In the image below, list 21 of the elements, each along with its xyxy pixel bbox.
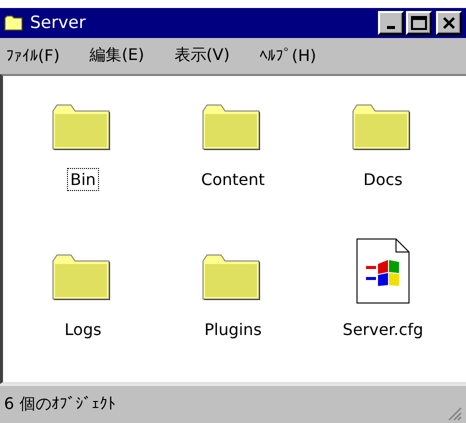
settings-file-icon bbox=[356, 238, 410, 304]
menu-item[interactable]: 表示(V) bbox=[172, 44, 232, 66]
file-name[interactable]: Plugins bbox=[201, 318, 265, 341]
close-button[interactable] bbox=[436, 11, 462, 35]
minimize-icon bbox=[387, 26, 395, 29]
menu-item[interactable]: 編集(E) bbox=[88, 44, 146, 66]
resize-grip-icon[interactable] bbox=[446, 405, 462, 421]
window-title: Server bbox=[30, 13, 87, 33]
minimize-button[interactable] bbox=[378, 11, 404, 35]
folder-icon bbox=[4, 15, 24, 31]
file-name[interactable]: Logs bbox=[62, 318, 104, 341]
close-icon bbox=[442, 16, 456, 30]
file-name[interactable]: Content bbox=[198, 168, 268, 191]
file-name[interactable]: Bin bbox=[67, 168, 99, 191]
file-name[interactable]: Server.cfg bbox=[340, 318, 426, 341]
status-text: 6 個のｵﾌﾞｼﾞｪｸﾄ bbox=[4, 394, 116, 415]
maximize-icon bbox=[411, 16, 427, 30]
menu-item[interactable]: ﾍﾙﾌﾟ(H) bbox=[258, 46, 318, 64]
maximize-button[interactable] bbox=[406, 11, 432, 35]
file-name[interactable]: Docs bbox=[360, 168, 406, 191]
menu-item[interactable]: ﾌｧｲﾙ(F) bbox=[4, 46, 62, 64]
